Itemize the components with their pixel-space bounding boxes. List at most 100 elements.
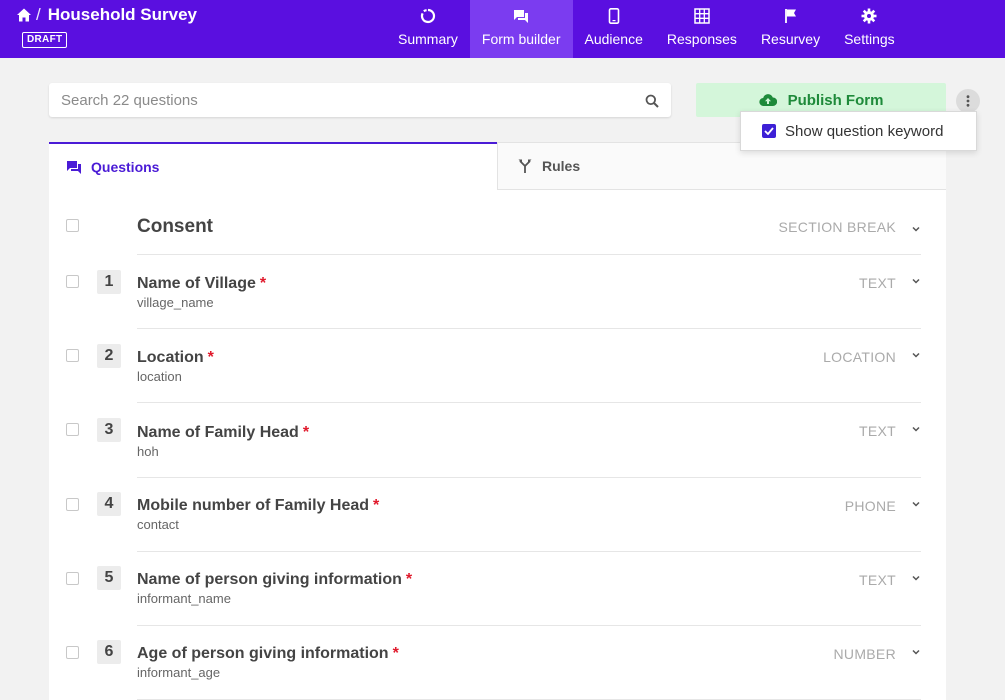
question-number: 4 <box>97 492 121 516</box>
tab-summary[interactable]: Summary <box>386 0 470 58</box>
row-checkbox[interactable] <box>66 219 79 232</box>
publish-label: Publish Form <box>787 91 884 109</box>
question-row[interactable]: 3 Name of Family Head * hoh TEXT <box>49 403 946 477</box>
tab-label: Settings <box>844 31 895 47</box>
question-type: PHONE <box>844 498 896 514</box>
breadcrumb: / Household Survey <box>16 5 197 25</box>
grid-icon <box>694 8 710 24</box>
question-type: TEXT <box>859 572 896 588</box>
summary-icon <box>420 8 436 24</box>
form-builder-card: Questions Rules Consent SECTION BREAK 1 … <box>49 142 946 700</box>
question-title-text: Mobile number of Family Head <box>137 497 370 514</box>
row-checkbox[interactable] <box>66 349 79 362</box>
tab-label: Form builder <box>481 31 561 47</box>
question-title-text: Name of person giving information <box>137 571 402 588</box>
chevron-down-icon[interactable] <box>911 647 921 657</box>
tab-questions[interactable]: Questions <box>49 142 497 190</box>
top-bar: / Household Survey DRAFT Summary Form bu… <box>0 0 1005 58</box>
cloud-upload-icon <box>758 94 777 107</box>
fork-icon <box>518 159 532 173</box>
question-keyword: contact <box>137 517 179 532</box>
question-title: Mobile number of Family Head * <box>137 497 379 515</box>
flag-icon <box>784 9 796 23</box>
search-icon[interactable] <box>645 94 659 108</box>
question-title: Location * <box>137 349 214 367</box>
question-row[interactable]: 5 Name of person giving information * inf… <box>49 552 946 626</box>
tab-label: Resurvey <box>760 31 821 47</box>
question-title-text: Name of Family Head <box>137 424 299 441</box>
tab-label: Questions <box>91 159 160 175</box>
question-row[interactable]: 1 Name of Village * village_name TEXT <box>49 255 946 329</box>
status-badge: DRAFT <box>22 32 68 48</box>
question-row[interactable]: 6 Age of person giving information * info… <box>49 626 946 700</box>
chat-icon <box>514 10 529 23</box>
question-keyword: hoh <box>137 444 159 459</box>
section-break-row[interactable]: Consent SECTION BREAK <box>49 190 946 254</box>
tab-resurvey[interactable]: Resurvey <box>749 0 832 58</box>
question-title: Name of Family Head * <box>137 424 309 442</box>
required-marker: * <box>405 571 413 588</box>
question-number: 2 <box>97 344 121 368</box>
question-number: 5 <box>97 566 121 590</box>
question-row[interactable]: 4 Mobile number of Family Head * contact … <box>49 478 946 552</box>
gear-icon <box>861 8 877 24</box>
chevron-down-icon[interactable] <box>911 276 921 286</box>
row-checkbox[interactable] <box>66 498 79 511</box>
required-marker: * <box>302 424 310 441</box>
show-keyword-checkbox[interactable] <box>762 124 776 138</box>
tab-responses[interactable]: Responses <box>655 0 749 58</box>
question-title: Name of Village * <box>137 275 266 293</box>
main-nav: Summary Form builder Audience Responses <box>386 0 907 58</box>
question-type: NUMBER <box>833 646 896 662</box>
chevron-down-icon[interactable] <box>911 224 921 234</box>
question-type: LOCATION <box>823 349 896 365</box>
chat-icon <box>67 161 81 174</box>
question-number: 6 <box>97 640 121 664</box>
tab-label: Rules <box>542 158 581 174</box>
question-number: 1 <box>97 270 121 294</box>
search-box <box>49 83 671 117</box>
question-type: TEXT <box>859 275 896 291</box>
show-keyword-label[interactable]: Show question keyword <box>785 123 943 140</box>
question-type: SECTION BREAK <box>778 219 896 235</box>
question-title-text: Age of person giving information <box>137 645 389 662</box>
required-marker: * <box>207 349 214 366</box>
page-title[interactable]: Household Survey <box>48 5 197 25</box>
check-icon <box>764 127 774 135</box>
question-row[interactable]: 2 Location * location LOCATION <box>49 329 946 403</box>
required-marker: * <box>259 275 267 292</box>
question-number: 3 <box>97 418 121 442</box>
breadcrumb-separator: / <box>36 5 41 24</box>
tab-audience[interactable]: Audience <box>573 0 655 58</box>
row-checkbox[interactable] <box>66 646 79 659</box>
question-title: Age of person giving information * <box>137 645 399 663</box>
tab-label: Summary <box>398 31 458 47</box>
question-title-text: Name of Village <box>137 275 256 292</box>
question-type: TEXT <box>859 423 896 439</box>
required-marker: * <box>373 497 380 514</box>
question-keyword: informant_age <box>137 665 221 680</box>
question-keyword: informant_name <box>137 591 231 606</box>
row-checkbox[interactable] <box>66 275 79 288</box>
search-input[interactable] <box>49 83 609 117</box>
chevron-down-icon[interactable] <box>911 350 921 360</box>
chevron-down-icon[interactable] <box>911 573 921 583</box>
phone-icon <box>608 8 619 24</box>
kebab-icon <box>966 95 970 107</box>
section-title: Consent <box>137 216 213 237</box>
question-keyword: village_name <box>137 295 214 310</box>
options-popover: Show question keyword <box>740 111 977 151</box>
question-title-text: Location <box>137 349 204 366</box>
tab-label: Audience <box>584 31 643 47</box>
chevron-down-icon[interactable] <box>911 424 921 434</box>
question-title: Name of person giving information * <box>137 571 412 589</box>
required-marker: * <box>392 645 399 662</box>
tab-label: Responses <box>666 31 737 47</box>
more-options-button[interactable] <box>956 89 980 113</box>
home-icon[interactable] <box>16 7 32 23</box>
tab-settings[interactable]: Settings <box>832 0 907 58</box>
tab-form-builder[interactable]: Form builder <box>469 0 573 58</box>
row-checkbox[interactable] <box>66 572 79 585</box>
chevron-down-icon[interactable] <box>911 499 921 509</box>
row-checkbox[interactable] <box>66 423 79 436</box>
